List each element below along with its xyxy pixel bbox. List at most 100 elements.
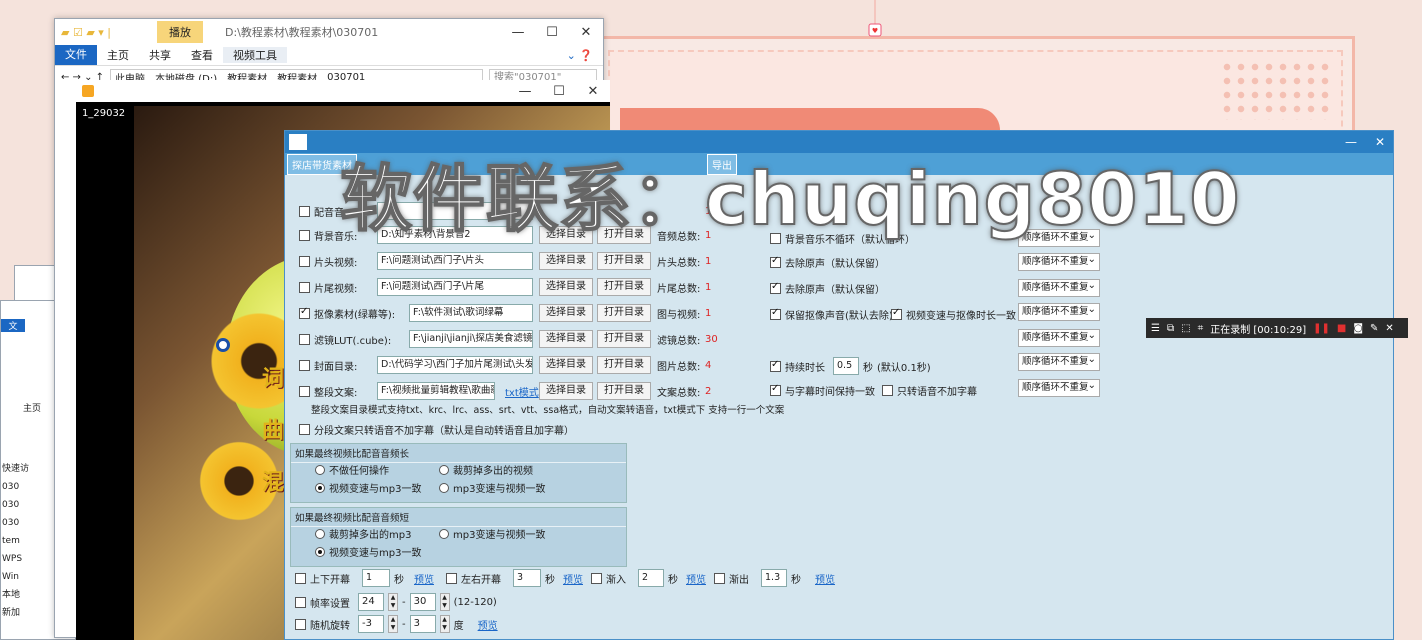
radio-speed-video[interactable]: 视频变速与mp3一致 — [315, 480, 421, 495]
open-dir-button[interactable]: 打开目录 — [597, 252, 651, 270]
radio-speed-video-2[interactable]: 视频变速与mp3一致 — [315, 544, 421, 559]
ribbon-video-tools[interactable]: 视频工具 — [223, 47, 287, 63]
checkbox[interactable] — [299, 205, 310, 217]
camera-icon[interactable]: ◙ — [1353, 323, 1363, 334]
opt-keep-key-audio[interactable]: 保留抠像声音(默认去除) — [770, 307, 893, 322]
nav-item[interactable]: Win — [2, 568, 42, 586]
checkbox[interactable] — [446, 572, 457, 584]
minimize-icon[interactable]: — — [501, 25, 535, 40]
opt-speed-match[interactable]: 视频变速与抠像时长一致 — [891, 307, 1016, 322]
radio[interactable] — [315, 546, 325, 557]
checkbox[interactable] — [299, 281, 310, 293]
radio[interactable] — [315, 464, 325, 475]
checkbox[interactable] — [299, 306, 310, 319]
select-dir-button[interactable]: 选择目录 — [539, 382, 593, 400]
small-file-tab[interactable]: 文 — [1, 319, 25, 332]
radio[interactable] — [439, 482, 449, 493]
preview-link[interactable]: 预览 — [563, 571, 583, 586]
rotate-from-input[interactable]: -3 — [358, 615, 384, 633]
window-icon[interactable]: ⧉ — [1167, 323, 1174, 334]
order-select[interactable]: 顺序循环不重复 — [1018, 302, 1100, 321]
radio-noop[interactable]: 不做任何操作 — [315, 462, 389, 477]
nav-item[interactable]: 030 — [2, 496, 42, 514]
stop-icon[interactable]: ■ — [1337, 323, 1346, 334]
spinner-icon[interactable]: ▲ ▼ — [388, 615, 398, 633]
maximize-icon[interactable]: ☐ — [542, 84, 576, 99]
path-input[interactable]: D:\代码学习\西门子加片尾测试\头发护 — [377, 356, 533, 374]
open-dir-button[interactable]: 打开目录 — [597, 356, 651, 374]
radio[interactable] — [439, 464, 449, 475]
checkbox[interactable] — [299, 255, 310, 267]
order-select[interactable]: 顺序循环不重复 — [1018, 328, 1100, 347]
radio-speed-mp3-2[interactable]: mp3变速与视频一致 — [439, 526, 545, 541]
checkbox[interactable] — [714, 572, 725, 584]
open-dir-button[interactable]: 打开目录 — [597, 278, 651, 296]
txt-mode-link[interactable]: txt模式 — [505, 384, 539, 399]
fps-to-input[interactable]: 30 — [409, 593, 436, 611]
checkbox[interactable] — [770, 359, 781, 372]
duration-input[interactable]: 0.5 — [833, 357, 859, 375]
spinner-icon[interactable]: ▲ ▼ — [388, 593, 398, 611]
close-icon[interactable]: ✕ — [569, 25, 603, 40]
effect-input[interactable]: 1.3 — [761, 569, 787, 587]
select-dir-button[interactable]: 选择目录 — [539, 252, 593, 270]
opt-voice-only[interactable]: 只转语音不加字幕 — [882, 383, 977, 398]
checkbox[interactable] — [770, 281, 781, 294]
nav-item[interactable]: 本地 — [2, 586, 42, 604]
preview-link[interactable]: 预览 — [414, 571, 434, 586]
effect-input[interactable]: 3 — [513, 569, 541, 587]
crop-icon[interactable]: ⌗ — [1198, 323, 1204, 334]
checkbox[interactable] — [882, 385, 893, 396]
checkbox[interactable] — [299, 359, 310, 371]
radio[interactable] — [315, 482, 325, 493]
ribbon-file[interactable]: 文件 — [55, 45, 97, 65]
seek-handle[interactable] — [216, 338, 230, 352]
radio-trim-mp3[interactable]: 裁剪掉多出的mp3 — [315, 526, 411, 541]
radio-speed-mp3[interactable]: mp3变速与视频一致 — [439, 480, 545, 495]
open-dir-button[interactable]: 打开目录 — [597, 330, 651, 348]
checkbox[interactable] — [770, 307, 781, 320]
nav-item[interactable]: 030 — [2, 478, 42, 496]
path-input[interactable]: F:\问题测试\西门子\片头 — [377, 252, 533, 270]
checkbox[interactable] — [770, 255, 781, 268]
help-icon[interactable]: ⌄ ❓ — [557, 49, 603, 62]
checkbox[interactable] — [295, 572, 306, 584]
ribbon-share[interactable]: 共享 — [139, 47, 181, 63]
checkbox[interactable] — [299, 385, 310, 397]
nav-item[interactable]: tem — [2, 532, 42, 550]
pause-icon[interactable]: ❚❚ — [1313, 323, 1330, 334]
maximize-icon[interactable]: ☐ — [535, 25, 569, 40]
select-dir-button[interactable]: 选择目录 — [539, 304, 593, 322]
radio[interactable] — [439, 528, 449, 539]
checkbox[interactable] — [591, 572, 602, 584]
checkbox[interactable] — [891, 307, 902, 320]
path-input[interactable]: F:\软件测试\歌词绿幕 — [409, 304, 533, 322]
menu-icon[interactable]: ☰ — [1151, 323, 1160, 334]
nav-item[interactable]: WPS — [2, 550, 42, 568]
checkbox[interactable] — [299, 229, 310, 241]
minimize-icon[interactable]: — — [1345, 135, 1357, 149]
path-input[interactable]: F:\问题测试\西门子\片尾 — [377, 278, 533, 296]
open-dir-button[interactable]: 打开目录 — [597, 304, 651, 322]
effect-input[interactable]: 2 — [638, 569, 664, 587]
path-input[interactable]: F:\视频批量剪辑教程\歌曲歌 — [377, 382, 495, 400]
preview-link[interactable]: 预览 — [686, 571, 706, 586]
path-input[interactable]: F:\jianji\jianji\探店美食滤镜 — [409, 330, 533, 348]
effect-input[interactable]: 1 — [362, 569, 390, 587]
preview-link[interactable]: 预览 — [478, 617, 498, 632]
checkbox[interactable] — [295, 618, 306, 630]
order-select[interactable]: 顺序循环不重复 — [1018, 278, 1100, 297]
checkbox[interactable] — [299, 333, 310, 345]
checkbox[interactable] — [770, 383, 781, 396]
preview-link[interactable]: 预览 — [815, 571, 835, 586]
checkbox[interactable] — [299, 424, 310, 435]
context-tab[interactable]: 播放 — [157, 21, 203, 43]
opt-duration[interactable]: 持续时长 0.5 秒 (默认0.1秒) — [770, 357, 931, 375]
pen-icon[interactable]: ✎ — [1370, 323, 1378, 334]
select-dir-button[interactable]: 选择目录 — [539, 356, 593, 374]
order-select[interactable]: 顺序循环不重复 — [1018, 252, 1100, 271]
nav-item[interactable]: 030 — [2, 514, 42, 532]
ribbon-view[interactable]: 查看 — [181, 47, 223, 63]
radio-trim-video[interactable]: 裁剪掉多出的视频 — [439, 462, 533, 477]
nav-item[interactable]: 新加 — [2, 604, 42, 622]
